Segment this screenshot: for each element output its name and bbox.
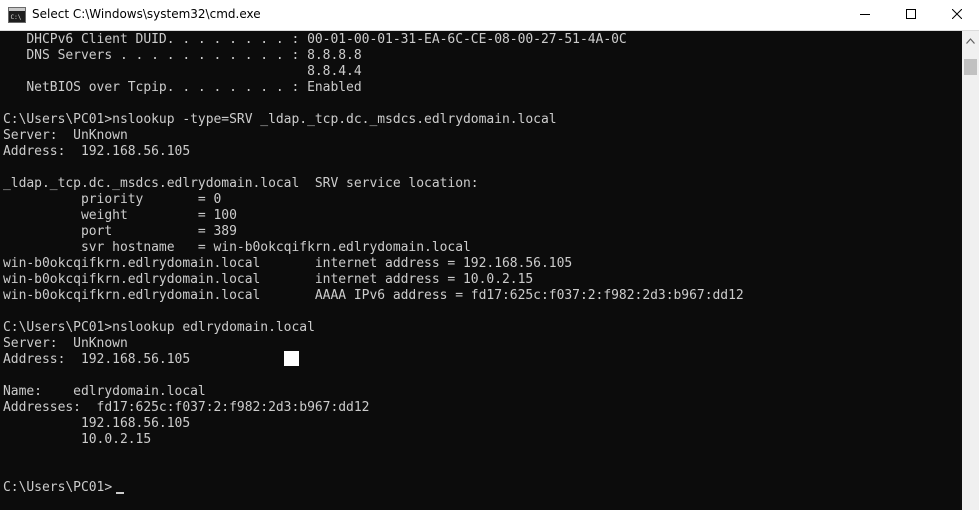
console-line: port = 389	[3, 224, 237, 239]
console-line: win-b0okcqifkrn.edlrydomain.local intern…	[3, 272, 534, 287]
maximize-button[interactable]	[888, 0, 934, 30]
svg-text:C:\: C:\	[11, 14, 22, 21]
console-line: Address: 192.168.56.105	[3, 144, 191, 159]
console-line: C:\Users\PC01>nslookup -type=SRV _ldap._…	[3, 112, 557, 127]
console-line: svr hostname = win-b0okcqifkrn.edlrydoma…	[3, 240, 471, 255]
console-line: 192.168.56.105	[3, 416, 191, 431]
close-icon	[951, 6, 963, 24]
console-line: Name: edlrydomain.local	[3, 384, 206, 399]
console-line: win-b0okcqifkrn.edlrydomain.local intern…	[3, 256, 573, 271]
selection-block	[284, 351, 299, 366]
minimize-icon	[860, 6, 870, 24]
cmd-icon[interactable]: C:\	[8, 7, 26, 23]
console-line: win-b0okcqifkrn.edlrydomain.local AAAA I…	[3, 288, 744, 303]
window-title: Select C:\Windows\system32\cmd.exe	[32, 7, 261, 21]
console-line: Address: 192.168.56.105	[3, 352, 191, 367]
title-bar[interactable]: C:\ Select C:\Windows\system32\cmd.exe	[0, 0, 979, 31]
console-line: Server: UnKnown	[3, 128, 128, 143]
scroll-up-button[interactable]	[962, 31, 979, 48]
prompt-line: C:\Users\PC01>	[3, 480, 113, 495]
console-line: DHCPv6 Client DUID. . . . . . . . : 00-0…	[3, 32, 627, 47]
console-line: Server: UnKnown	[3, 336, 128, 351]
console-output[interactable]: DHCPv6 Client DUID. . . . . . . . : 00-0…	[0, 31, 962, 510]
console-line: DNS Servers . . . . . . . . . . . : 8.8.…	[3, 48, 362, 63]
chevron-up-icon	[966, 31, 975, 49]
scroll-thumb[interactable]	[964, 59, 977, 75]
console-line: weight = 100	[3, 208, 237, 223]
vertical-scrollbar[interactable]	[962, 31, 979, 510]
console-line: Addresses: fd17:625c:f037:2:f982:2d3:b96…	[3, 400, 370, 415]
console-line: NetBIOS over Tcpip. . . . . . . . : Enab…	[3, 80, 362, 95]
console-line: C:\Users\PC01>nslookup edlrydomain.local	[3, 320, 315, 335]
cmd-window: C:\ Select C:\Windows\system32\cmd.exe D…	[0, 0, 979, 510]
console-line: 10.0.2.15	[3, 432, 152, 447]
minimize-button[interactable]	[842, 0, 888, 30]
console-line: _ldap._tcp.dc._msdcs.edlrydomain.local S…	[3, 176, 479, 191]
close-button[interactable]	[934, 0, 979, 30]
console-line: priority = 0	[3, 192, 222, 207]
maximize-icon	[906, 6, 916, 24]
console-line: 8.8.4.4	[3, 64, 362, 79]
text-cursor	[116, 492, 124, 494]
